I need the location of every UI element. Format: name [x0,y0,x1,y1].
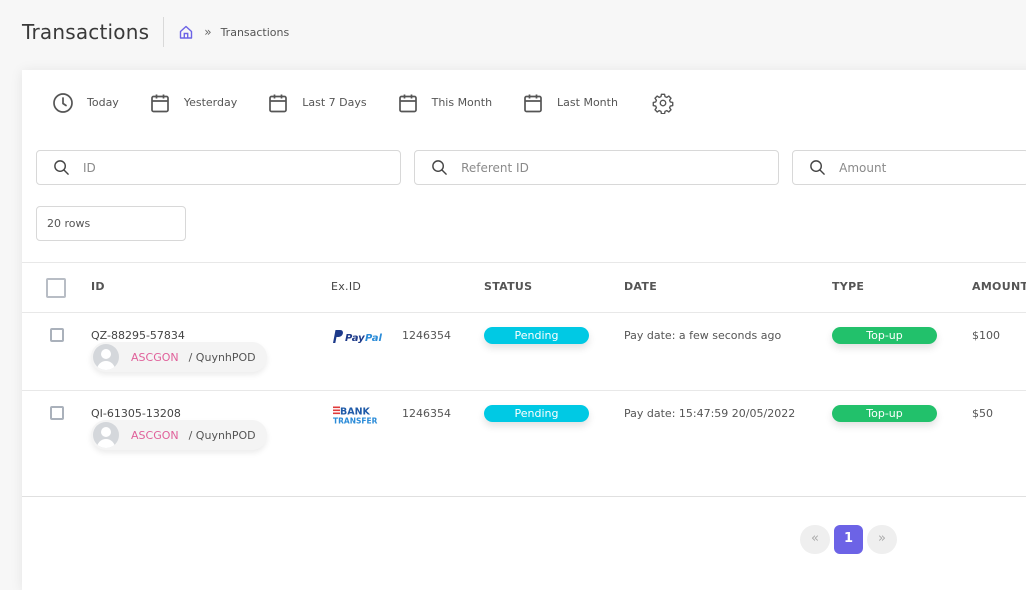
referent-id-search-input[interactable] [461,160,739,175]
column-header-type[interactable]: TYPE [832,280,864,293]
gear-icon [652,93,674,114]
owner-chip: ASCGON / QuynhPOD [91,342,267,372]
calendar-icon [150,94,169,112]
calendar-icon [398,94,417,112]
transactions-table: ID Ex.ID STATUS DATE TYPE AMOUNT QZ-8829… [22,262,1026,469]
external-id: 1246354 [402,407,451,420]
amount: $50 [972,407,993,420]
column-header-id: ID [91,280,105,293]
calendar-icon [524,94,542,112]
avatar [93,344,119,370]
user-name: / QuynhPOD [188,428,256,442]
table-footer-divider [22,496,1026,497]
type-badge: Top-up [832,327,937,344]
referent-id-search-box[interactable] [414,150,780,185]
column-header-status[interactable]: STATUS [484,280,532,293]
filter-last-7-days-label: Last 7 Days [302,96,367,109]
clock-icon [53,92,73,113]
prev-page-button[interactable]: « [800,525,830,554]
row-checkbox[interactable] [50,406,64,420]
filter-today[interactable]: Today [52,92,119,114]
id-search-input[interactable] [83,160,361,175]
transaction-id[interactable]: QZ-88295-57834 [91,329,185,342]
filter-this-month[interactable]: This Month [397,92,492,114]
filter-last-month[interactable]: Last Month [522,92,618,114]
amount-search-input[interactable] [839,160,1015,175]
owner-chip: ASCGON / QuynhPOD [91,420,267,450]
search-icon [432,160,447,175]
select-all-checkbox[interactable] [46,278,66,298]
calendar-icon [269,94,288,112]
user-name: / QuynhPOD [188,350,256,364]
search-icon [54,160,69,175]
column-header-amount[interactable]: AMOUNT [972,280,1026,293]
svg-text:Pay: Pay [345,333,365,344]
header-divider [163,17,165,47]
transaction-id[interactable]: QI-61305-13208 [91,407,181,420]
page-button-current[interactable]: 1 [834,525,863,554]
pagination: « 1 » [800,525,901,554]
filter-yesterday[interactable]: Yesterday [149,92,237,114]
type-badge: Top-up [832,405,937,422]
column-header-exid: Ex.ID [331,280,362,293]
breadcrumb: » Transactions [178,24,289,40]
settings-button[interactable] [652,92,674,114]
page-header: Transactions » Transactions [22,14,289,50]
home-icon[interactable] [178,24,194,40]
breadcrumb-separator: » [204,25,212,39]
breadcrumb-current: Transactions [220,25,290,39]
pay-date: Pay date: a few seconds ago [624,329,782,342]
search-icon [810,160,825,175]
rows-per-page-select[interactable]: 20 rows [36,206,186,241]
filter-last-7-days[interactable]: Last 7 Days [267,92,367,114]
status-badge: Pending [484,327,589,344]
amount: $100 [972,329,1000,342]
shop-name[interactable]: ASCGON [131,429,179,442]
id-search-box[interactable] [36,150,402,185]
bank-transfer-logo: BANK TRANSFER [333,406,378,426]
page-title: Transactions [22,20,150,44]
search-row [36,150,1026,185]
column-header-date[interactable]: DATE [624,280,657,293]
svg-text:Pal: Pal [365,333,382,344]
svg-text:TRANSFER: TRANSFER [333,417,378,426]
external-id: 1246354 [402,329,451,342]
amount-search-box[interactable] [792,150,1026,185]
paypal-logo: Pay Pal [333,330,382,344]
filter-yesterday-label: Yesterday [183,96,238,109]
filter-today-label: Today [87,96,119,109]
avatar [93,422,119,448]
filter-last-month-label: Last Month [557,96,618,109]
table-row: QZ-88295-57834 ASCGON / QuynhPOD Pay Pal… [22,313,1026,391]
next-page-button[interactable]: » [867,525,897,554]
table-header: ID Ex.ID STATUS DATE TYPE AMOUNT [22,262,1026,313]
transactions-card: Today Yesterday Last 7 Days This Month L… [22,70,1026,590]
filter-this-month-label: This Month [431,96,493,109]
shop-name[interactable]: ASCGON [131,351,179,364]
row-checkbox[interactable] [50,328,64,342]
table-row: QI-61305-13208 ASCGON / QuynhPOD BANK TR… [22,391,1026,469]
date-filter-bar: Today Yesterday Last 7 Days This Month L… [22,70,1026,135]
status-badge: Pending [484,405,589,422]
pay-date: Pay date: 15:47:59 20/05/2022 [624,407,796,420]
